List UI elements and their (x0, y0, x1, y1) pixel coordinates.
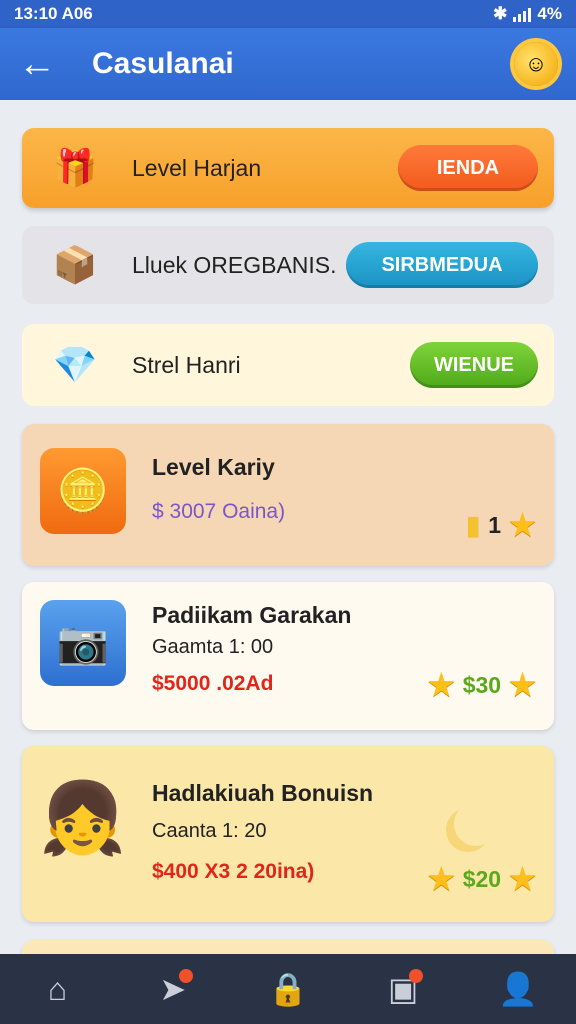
camera-icon: 📷 (40, 600, 126, 686)
girl-with-gift-icon: 👧 (39, 779, 127, 857)
bluetooth-icon: ✱ (493, 4, 508, 23)
row-label: Level Harjan (132, 154, 262, 181)
reward-amount: $30 (462, 672, 502, 698)
offer-card-3[interactable]: 👧 Hadlakiuah Bonuisn Caanta 1: 20 $400 X… (22, 746, 554, 922)
status-time: 13:10 A06 (14, 4, 93, 23)
user-icon[interactable]: 👤 (488, 959, 548, 1019)
app-bar: ← Casulanai ☺ (0, 28, 576, 100)
content-list: 🎁 Level Harjan IENDA 📦 Lluek OREGBANIS. … (0, 100, 576, 954)
gift-box-icon: 🎁 (52, 147, 98, 188)
row-action-button[interactable]: SIRBMEDUA (346, 242, 538, 288)
offer-card-2[interactable]: 📷 Padiikam Garakan Gaamta 1: 00 $5000 .0… (22, 582, 554, 730)
send-icon[interactable]: ➤ (143, 959, 203, 1019)
card-reward: ★ $30 ★ (428, 668, 536, 703)
card-price: $ 3007 Oaina) (152, 500, 286, 523)
notification-badge (409, 969, 424, 983)
card-price: $400 X3 2 20ina) (152, 860, 315, 883)
back-arrow-icon[interactable]: ← (18, 45, 62, 83)
ticket-icon: ▮ (465, 510, 481, 540)
moon-icon (454, 802, 498, 846)
signal-icon (513, 6, 532, 22)
gem-icon: 💎 (52, 344, 98, 385)
star-icon: ★ (509, 863, 536, 896)
page-title: Casulanai (92, 47, 234, 80)
bottom-nav: ⌂ ➤ 🔒 ▣ 👤 (0, 954, 576, 1024)
row-action-button[interactable]: WIENUE (410, 342, 538, 388)
level-row-3[interactable]: 💎 Strel Hanri WIENUE (22, 324, 554, 406)
row-label: Strel Hanri (132, 351, 241, 378)
book-icon[interactable]: ▣ (373, 959, 433, 1019)
gold-chest-icon: 📦 (52, 244, 98, 285)
card-title: Padiikam Garakan (152, 602, 352, 628)
lock-icon[interactable]: 🔒 (258, 959, 318, 1019)
battery-level: 4% (537, 4, 562, 23)
star-icon: ★ (509, 669, 536, 702)
reward-count: 1 (488, 512, 502, 538)
level-row-1[interactable]: 🎁 Level Harjan IENDA (22, 128, 554, 208)
star-icon: ★ (427, 863, 455, 896)
treasure-icon: 🪙 (40, 448, 126, 534)
card-reward: ★ $20 ★ (428, 862, 536, 897)
star-icon: ★ (427, 669, 455, 702)
home-icon[interactable]: ⌂ (28, 959, 88, 1019)
status-indicators: ✱ 4% (493, 4, 562, 24)
sun-face-icon[interactable]: ☺ (514, 42, 558, 86)
card-subtitle: Caanta 1: 20 (152, 820, 267, 842)
row-action-button[interactable]: IENDA (398, 145, 538, 191)
card-price: $5000 .02Ad (152, 672, 274, 695)
card-subtitle: Gaamta 1: 00 (152, 636, 274, 658)
star-icon: ★ (509, 509, 536, 542)
status-bar: 13:10 A06 ✱ 4% (0, 0, 576, 28)
card-reward: ▮ 1 ★ (466, 508, 536, 543)
offer-card-1[interactable]: 🪙 Level Kariy $ 3007 Oaina) ▮ 1 ★ (22, 424, 554, 566)
notification-badge (178, 969, 193, 983)
level-row-2[interactable]: 📦 Lluek OREGBANIS. SIRBMEDUA (22, 226, 554, 304)
reward-amount: $20 (462, 866, 502, 892)
row-label: Lluek OREGBANIS. (132, 251, 337, 278)
card-title: Level Kariy (152, 454, 275, 480)
card-title: Hadlakiuah Bonuisn (152, 780, 374, 806)
offer-card-4[interactable] (22, 940, 554, 954)
